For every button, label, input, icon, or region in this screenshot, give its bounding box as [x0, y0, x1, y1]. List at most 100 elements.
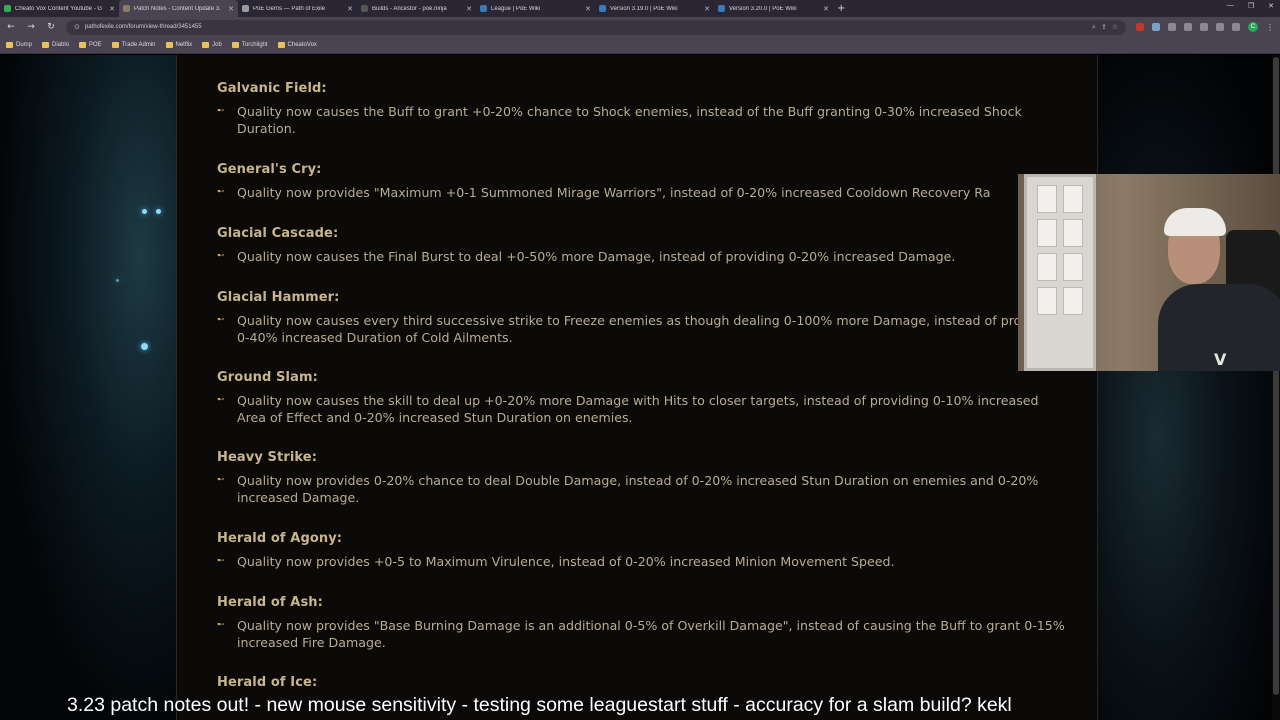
- scrollbar-thumb[interactable]: [1273, 57, 1279, 695]
- share-icon[interactable]: ⇪: [1101, 23, 1107, 31]
- bookmark-folder[interactable]: Trade Admin: [111, 42, 156, 48]
- gem-entry: Heavy Strike: ➸ Quality now provides 0-20…: [217, 450, 1067, 506]
- sidebar-icon[interactable]: [1232, 23, 1240, 31]
- close-icon[interactable]: ✕: [823, 5, 829, 13]
- bookmark-folder[interactable]: POE: [79, 42, 102, 48]
- back-icon[interactable]: ←: [6, 22, 16, 32]
- tab-title: League | PoE Wiki: [491, 5, 541, 12]
- door-pane: [1037, 287, 1057, 315]
- folder-icon: [6, 42, 13, 48]
- page-scrollbar[interactable]: [1272, 55, 1280, 720]
- glowing-eye-decoration: [116, 279, 119, 282]
- minimize-icon[interactable]: —: [1227, 2, 1234, 10]
- bookmark-label: POE: [89, 42, 102, 48]
- tab[interactable]: League | PoE Wiki ✕: [476, 0, 595, 17]
- tab[interactable]: Cheato Vox Content Youtube - G ✕: [0, 0, 119, 17]
- address-bar[interactable]: ⊙ pathofexile.com/forum/view-thread/3451…: [66, 19, 1126, 35]
- close-window-icon[interactable]: ✕: [1268, 2, 1274, 10]
- extension-icon[interactable]: [1152, 23, 1160, 31]
- gem-change-text: Quality now provides +0-5 to Maximum Vir…: [237, 554, 895, 569]
- tab-favicon-icon: [361, 5, 368, 12]
- tab[interactable]: Builds - Ancestor - poe.ninja ✕: [357, 0, 476, 17]
- bullet-arrow-icon: ➸: [217, 475, 225, 485]
- bullet-arrow-icon: ➸: [217, 251, 225, 261]
- bookmark-folder[interactable]: Torchlight: [231, 42, 268, 48]
- folder-icon: [231, 42, 239, 48]
- tab[interactable]: Version 3.19.0 | PoE Wiki ✕: [595, 0, 714, 17]
- reload-icon[interactable]: ↻: [46, 22, 56, 32]
- gem-change-text: Quality now causes every third successiv…: [237, 313, 1060, 345]
- bookmark-folder[interactable]: Job: [202, 42, 222, 48]
- tab-favicon-icon: [718, 5, 725, 12]
- tab-title: Cheato Vox Content Youtube - G: [15, 5, 103, 12]
- bookmark-label: Trade Admin: [121, 42, 156, 48]
- bookmarks-bar: Dump Diablo POE Trade Admin Netflix Job …: [0, 37, 1280, 54]
- close-icon[interactable]: ✕: [109, 5, 115, 13]
- bullet-arrow-icon: ➸: [217, 106, 225, 116]
- zoom-icon[interactable]: ⌕: [1092, 23, 1096, 32]
- webcam-overlay: V: [1018, 174, 1280, 371]
- extension-icon[interactable]: [1200, 23, 1208, 31]
- tab-title: Builds - Ancestor - poe.ninja: [372, 5, 447, 12]
- bookmark-star-icon[interactable]: ☆: [1112, 23, 1118, 31]
- tab-favicon-icon: [4, 5, 11, 12]
- patch-notes-content: Galvanic Field: ➸ Quality now causes the …: [176, 55, 1098, 720]
- gem-name: General's Cry:: [217, 162, 322, 177]
- shirt-logo: V: [1214, 350, 1227, 369]
- tab-title: Version 3.19.0 | PoE Wiki: [610, 5, 678, 12]
- gem-change-text: Quality now provides 0-20% chance to dea…: [237, 473, 1039, 505]
- tab-active[interactable]: Patch Notes - Content Update 3. ✕: [119, 0, 238, 17]
- tab[interactable]: Version 3.20.0 | PoE Wiki ✕: [714, 0, 833, 17]
- close-icon[interactable]: ✕: [585, 5, 591, 13]
- window-controls: — ❐ ✕: [1227, 2, 1274, 10]
- browser-toolbar: ← → ↻ ⊙ pathofexile.com/forum/view-threa…: [0, 17, 1280, 37]
- gem-entry: Ground Slam: ➸ Quality now causes the ski…: [217, 370, 1067, 426]
- tab-title: PoE Gems — Path of Exile: [253, 5, 326, 12]
- glowing-eye-decoration: [142, 209, 147, 214]
- bookmark-label: Diablo: [52, 42, 70, 48]
- extension-icon[interactable]: [1136, 23, 1144, 31]
- door-pane: [1063, 287, 1083, 315]
- gem-name: Herald of Ash:: [217, 595, 323, 610]
- tab-favicon-icon: [599, 5, 606, 12]
- bookmark-folder[interactable]: Diablo: [42, 42, 69, 48]
- close-icon[interactable]: ✕: [228, 5, 234, 13]
- close-icon[interactable]: ✕: [347, 5, 353, 13]
- door-pane: [1037, 219, 1057, 247]
- extension-icon[interactable]: [1168, 23, 1176, 31]
- close-icon[interactable]: ✕: [704, 5, 710, 13]
- maximize-icon[interactable]: ❐: [1248, 2, 1254, 10]
- gem-entry: Glacial Hammer: ➸ Quality now causes ever…: [217, 290, 1067, 346]
- folder-icon: [42, 42, 50, 48]
- background-art-right: [1098, 55, 1280, 720]
- new-tab-button[interactable]: +: [837, 3, 845, 14]
- site-info-icon[interactable]: ⊙: [74, 23, 80, 31]
- menu-kebab-icon[interactable]: ⋮: [1266, 23, 1274, 32]
- bookmark-folder[interactable]: CheatoVox: [277, 42, 317, 48]
- web-page: Galvanic Field: ➸ Quality now causes the …: [0, 55, 1280, 720]
- gem-change-text: Quality now causes the Final Burst to de…: [237, 249, 956, 264]
- gem-name: Ground Slam:: [217, 370, 318, 385]
- streamer-cap: [1164, 208, 1226, 236]
- bullet-arrow-icon: ➸: [217, 556, 225, 566]
- gem-entry: Galvanic Field: ➸ Quality now causes the …: [217, 81, 1067, 137]
- profile-avatar[interactable]: C: [1248, 22, 1258, 32]
- gem-entry: Herald of Ice:: [217, 675, 1067, 690]
- url-text[interactable]: pathofexile.com/forum/view-thread/345145…: [85, 24, 1087, 30]
- bookmark-label: Torchlight: [241, 42, 268, 48]
- bullet-arrow-icon: ➸: [217, 395, 225, 405]
- bullet-arrow-icon: ➸: [217, 315, 225, 325]
- forward-icon[interactable]: →: [26, 22, 36, 32]
- door-pane: [1063, 219, 1083, 247]
- tab[interactable]: PoE Gems — Path of Exile ✕: [238, 0, 357, 17]
- glowing-eye-decoration: [156, 209, 161, 214]
- tab-favicon-icon: [123, 5, 130, 12]
- tab-strip: Cheato Vox Content Youtube - G ✕ Patch No…: [0, 0, 1280, 17]
- bookmark-folder[interactable]: Netflix: [165, 42, 192, 48]
- bookmark-folder[interactable]: Dump: [6, 42, 32, 48]
- folder-icon: [111, 42, 119, 48]
- extension-icon[interactable]: [1184, 23, 1192, 31]
- puzzle-icon[interactable]: [1216, 23, 1224, 31]
- gem-name: Herald of Ice:: [217, 675, 318, 690]
- close-icon[interactable]: ✕: [466, 5, 472, 13]
